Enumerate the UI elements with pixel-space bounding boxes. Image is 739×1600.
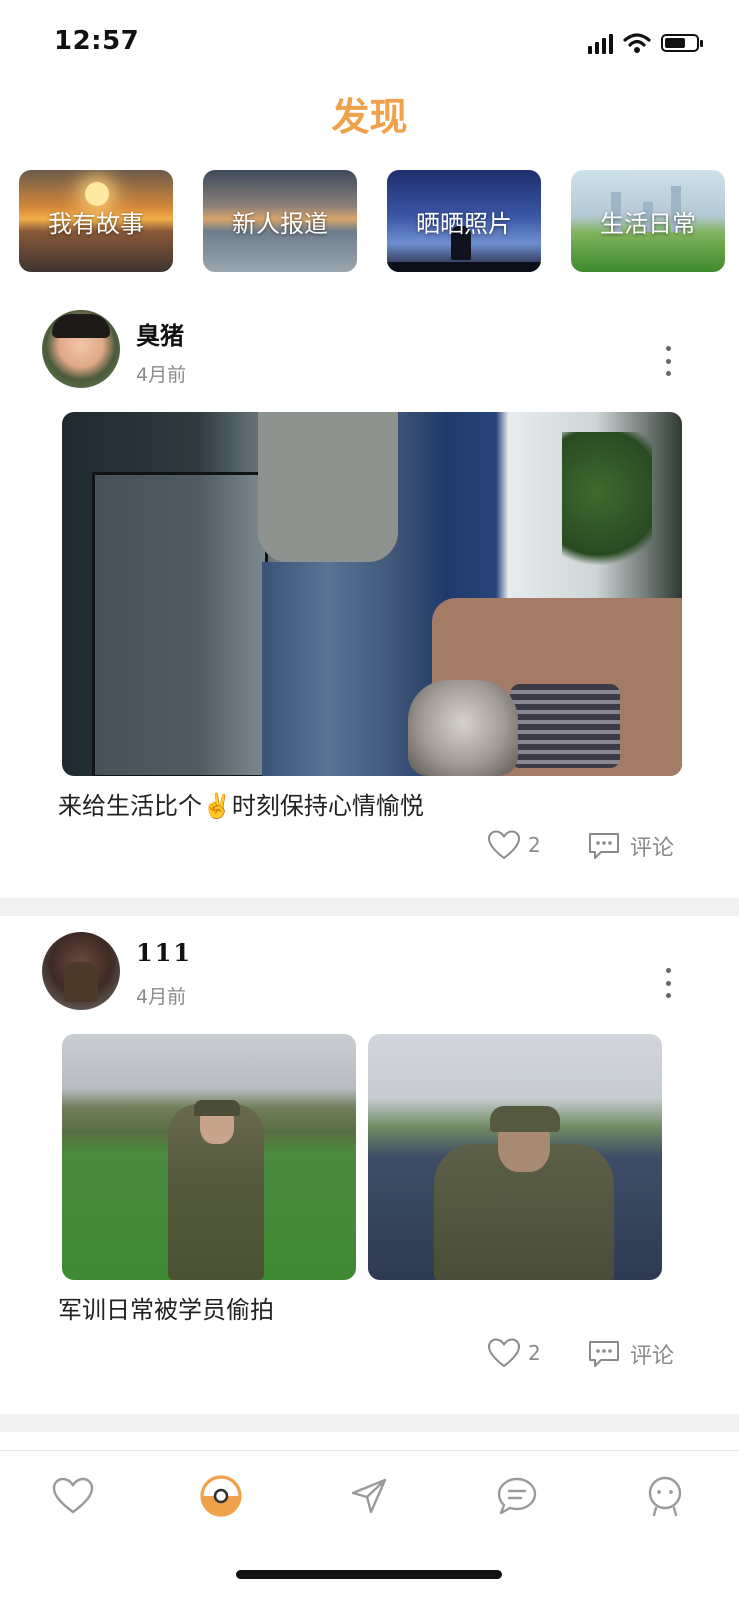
photo-pillow: [510, 684, 620, 768]
more-options-button[interactable]: [663, 968, 673, 998]
more-options-button[interactable]: [663, 346, 673, 376]
status-time: 12:57: [54, 26, 140, 56]
chat-icon: [497, 1477, 537, 1515]
sunset-image: [85, 182, 109, 206]
post-caption: 来给生活比个✌️时刻保持心情愉悦: [58, 792, 424, 820]
battery-icon: [661, 34, 703, 52]
category-label: 新人报道: [232, 209, 328, 238]
cellular-signal-icon: [588, 32, 613, 54]
post-divider: [0, 1414, 739, 1432]
ground-image: [387, 262, 541, 272]
photo-person-jeans: [262, 562, 392, 776]
post-time: 4月前: [136, 986, 187, 1008]
photo-dog: [408, 680, 518, 776]
status-icons: [588, 32, 703, 54]
comment-icon: [589, 1341, 619, 1367]
post-actions: 2 评论: [0, 830, 739, 870]
discover-icon: [200, 1475, 242, 1517]
comment-button[interactable]: 评论: [588, 1338, 674, 1370]
tab-favorites[interactable]: [50, 1473, 96, 1519]
comment-label: 评论: [630, 1344, 675, 1369]
post-photo[interactable]: [62, 412, 682, 776]
category-label: 晒晒照片: [416, 209, 512, 238]
tab-send[interactable]: [346, 1473, 392, 1519]
tab-discover[interactable]: [198, 1473, 244, 1519]
comment-button[interactable]: 评论: [588, 830, 674, 862]
heart-icon: [488, 1338, 520, 1368]
category-card-daily-life[interactable]: 生活日常: [571, 170, 725, 272]
wifi-icon: [623, 33, 651, 53]
post-author[interactable]: 111: [136, 938, 192, 967]
category-label: 我有故事: [48, 209, 144, 238]
tab-profile[interactable]: [642, 1473, 688, 1519]
like-button[interactable]: 2: [488, 830, 541, 860]
avatar-figure: [64, 962, 98, 1002]
tab-messages[interactable]: [494, 1473, 540, 1519]
like-count: 2: [528, 833, 541, 857]
profile-icon: [648, 1476, 682, 1517]
category-card-newcomers[interactable]: 新人报道: [203, 170, 357, 272]
post-photo[interactable]: [62, 1034, 356, 1280]
post-time: 4月前: [136, 364, 187, 386]
photo-cap: [490, 1106, 560, 1132]
heart-icon: [52, 1477, 94, 1514]
photo-cap: [194, 1100, 240, 1116]
like-button[interactable]: 2: [488, 1338, 541, 1368]
avatar[interactable]: [42, 932, 120, 1010]
discover-screen: 12:57 发现 我有故事 新人报道 晒晒照片 生活日常 臭猪 4月前 来给生活…: [0, 0, 739, 1600]
category-list: 我有故事 新人报道 晒晒照片 生活日常: [19, 170, 725, 272]
comment-icon: [589, 833, 619, 859]
comment-label: 评论: [630, 836, 675, 861]
page-title: 发现: [331, 95, 408, 139]
send-icon: [351, 1478, 387, 1514]
category-label: 生活日常: [600, 209, 696, 238]
category-card-photos[interactable]: 晒晒照片: [387, 170, 541, 272]
home-indicator: [236, 1570, 502, 1579]
category-card-stories[interactable]: 我有故事: [19, 170, 173, 272]
photo-plant: [562, 432, 652, 582]
like-count: 2: [528, 1341, 541, 1365]
post-caption: 军训日常被学员偷拍: [58, 1296, 274, 1324]
post-divider: [0, 898, 739, 916]
status-bar: 12:57: [0, 0, 739, 88]
post-photo[interactable]: [368, 1034, 662, 1280]
avatar-hair: [52, 314, 110, 338]
photo-shelf: [92, 472, 268, 776]
avatar[interactable]: [42, 310, 120, 388]
post-author[interactable]: 臭猪: [136, 316, 184, 351]
heart-icon: [488, 830, 520, 860]
post-actions: 2 评论: [0, 1338, 739, 1378]
photo-person: [258, 412, 398, 562]
